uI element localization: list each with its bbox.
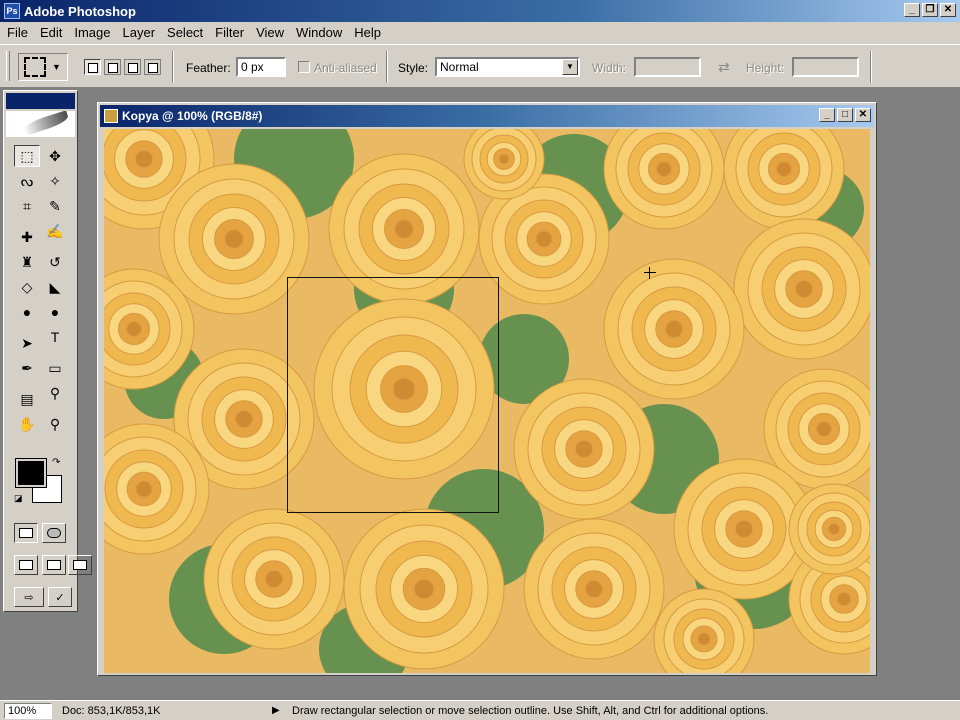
menu-file[interactable]: File xyxy=(2,23,35,43)
style-label: Style: xyxy=(398,61,429,75)
width-input[interactable] xyxy=(634,57,701,77)
options-bar: ▼ Feather: Anti-aliased Style: Normal ▼ … xyxy=(0,44,960,88)
default-colors-icon[interactable]: ◪ xyxy=(14,493,23,504)
tool-grid: ⬚ ✥ ᔓ ✧ ⌗ ✎ ✚ ✍ ♜ ↺ ◇ ◣ ● ● ➤ T ✒ ▭ ▤ ⚲ ✋ ⚲ xyxy=(14,145,70,435)
intersect-selection-button[interactable] xyxy=(144,59,161,75)
doc-minimize-button[interactable]: _ xyxy=(819,108,835,122)
style-select-value: Normal xyxy=(440,60,479,74)
status-info-text: Draw rectangular selection or move selec… xyxy=(292,704,769,717)
brush-tool[interactable]: ✍ xyxy=(42,220,68,242)
options-divider xyxy=(870,51,872,83)
status-menu-arrow-icon[interactable]: ▶ xyxy=(272,705,286,716)
burn-tool[interactable]: ● xyxy=(42,301,68,323)
quick-mask-button[interactable] xyxy=(42,523,66,543)
selection-mode-group xyxy=(84,59,161,75)
standard-mode-button[interactable] xyxy=(14,523,38,543)
status-bar: 100% Doc: 853,1K/853,1K ▶ Draw rectangul… xyxy=(0,700,960,720)
menu-view[interactable]: View xyxy=(251,23,291,43)
menu-select[interactable]: Select xyxy=(162,23,210,43)
move-tool[interactable]: ✥ xyxy=(42,145,68,167)
zoom-field[interactable]: 100% xyxy=(4,702,52,719)
crop-tool[interactable]: ⌗ xyxy=(14,195,40,217)
paint-bucket-tool[interactable]: ◣ xyxy=(42,276,68,298)
swap-colors-icon[interactable]: ↷ xyxy=(52,457,60,468)
full-screen-menu-mode-button[interactable] xyxy=(42,555,66,575)
doc-maximize-button[interactable]: □ xyxy=(837,108,853,122)
lasso-tool[interactable]: ᔓ xyxy=(14,170,40,192)
height-input[interactable] xyxy=(792,57,859,77)
eyedropper-tool[interactable]: ⚲ xyxy=(42,382,68,404)
screen-mode-row xyxy=(14,555,92,575)
feather-label: Feather: xyxy=(186,61,231,75)
notes-tool[interactable]: ▤ xyxy=(14,388,40,410)
magic-wand-tool[interactable]: ✧ xyxy=(42,170,68,192)
marquee-icon xyxy=(24,57,46,77)
antialiased-checkbox[interactable] xyxy=(298,61,310,73)
image-canvas[interactable] xyxy=(104,129,870,673)
jump-row: ⇨ ✓ xyxy=(14,587,72,607)
clone-stamp-tool[interactable]: ♜ xyxy=(14,251,40,273)
options-bar-grip[interactable] xyxy=(6,51,10,81)
restore-button[interactable]: ❐ xyxy=(922,3,938,17)
history-brush-tool[interactable]: ↺ xyxy=(42,251,68,273)
document-title-bar[interactable]: Kopya @ 100% (RGB/8#) _ □ ✕ xyxy=(100,105,874,127)
crosshair-cursor-icon xyxy=(644,267,656,279)
healing-brush-tool[interactable]: ✚ xyxy=(14,226,40,248)
feather-input[interactable] xyxy=(236,57,286,77)
rectangle-tool[interactable]: ▭ xyxy=(42,357,68,379)
color-swatches: ↷ ◪ xyxy=(14,457,70,505)
blur-tool[interactable]: ● xyxy=(14,301,40,323)
type-tool[interactable]: T xyxy=(42,326,68,348)
subtract-from-selection-button[interactable] xyxy=(124,59,141,75)
eraser-tool[interactable]: ◇ xyxy=(14,276,40,298)
slice-tool[interactable]: ✎ xyxy=(42,195,68,217)
close-button[interactable]: ✕ xyxy=(940,3,956,17)
doc-close-button[interactable]: ✕ xyxy=(855,108,871,122)
zoom-tool[interactable]: ⚲ xyxy=(42,413,68,435)
document-window: Kopya @ 100% (RGB/8#) _ □ ✕ xyxy=(97,102,877,676)
feather-logo-icon[interactable] xyxy=(6,111,75,137)
chevron-down-icon: ▼ xyxy=(562,59,578,75)
menu-bar: File Edit Image Layer Select Filter View… xyxy=(0,22,960,44)
edit-mode-row xyxy=(14,523,66,543)
photoshop-logo-icon: Ps xyxy=(4,3,20,19)
menu-layer[interactable]: Layer xyxy=(118,23,163,43)
app-title: Adobe Photoshop xyxy=(24,3,136,19)
rectangular-marquee-tool[interactable]: ⬚ xyxy=(14,145,40,167)
height-label: Height: xyxy=(746,61,785,75)
menu-window[interactable]: Window xyxy=(291,23,349,43)
menu-help[interactable]: Help xyxy=(349,23,388,43)
new-selection-button[interactable] xyxy=(84,59,101,75)
document-icon xyxy=(104,109,118,123)
menu-filter[interactable]: Filter xyxy=(210,23,251,43)
standard-screen-mode-button[interactable] xyxy=(14,555,38,575)
chevron-down-icon: ▼ xyxy=(52,62,61,72)
hand-tool[interactable]: ✋ xyxy=(14,413,40,435)
options-divider xyxy=(386,51,388,83)
menu-edit[interactable]: Edit xyxy=(35,23,69,43)
path-selection-tool[interactable]: ➤ xyxy=(14,332,40,354)
antialiased-label: Anti-aliased xyxy=(314,61,377,75)
jump-to-imageready-button[interactable]: ⇨ xyxy=(14,587,44,607)
menu-image[interactable]: Image xyxy=(69,23,117,43)
pen-tool[interactable]: ✒ xyxy=(14,357,40,379)
add-to-selection-button[interactable] xyxy=(104,59,121,75)
full-screen-mode-button[interactable] xyxy=(68,555,92,575)
swap-width-height-icon[interactable]: ⇄ xyxy=(718,59,730,76)
doc-size: Doc: 853,1K/853,1K xyxy=(62,704,161,717)
style-select[interactable]: Normal ▼ xyxy=(435,57,580,77)
selection-marquee[interactable] xyxy=(287,277,499,513)
minimize-button[interactable]: _ xyxy=(904,3,920,17)
imageready-icon[interactable]: ✓ xyxy=(48,587,72,607)
toolbox: ⬚ ✥ ᔓ ✧ ⌗ ✎ ✚ ✍ ♜ ↺ ◇ ◣ ● ● ➤ T ✒ ▭ ▤ ⚲ ✋ ⚲ ↷ ◪ ⇨ ✓ xyxy=(3,90,92,612)
width-label: Width: xyxy=(592,61,627,75)
app-title-bar: Ps Adobe Photoshop _ ❐ ✕ xyxy=(0,0,960,22)
tool-preset-picker[interactable]: ▼ xyxy=(18,53,68,81)
foreground-color-swatch[interactable] xyxy=(15,458,47,488)
document-title: Kopya @ 100% (RGB/8#) xyxy=(122,109,263,123)
toolbox-title-bar[interactable] xyxy=(6,93,75,109)
options-divider xyxy=(172,51,174,83)
